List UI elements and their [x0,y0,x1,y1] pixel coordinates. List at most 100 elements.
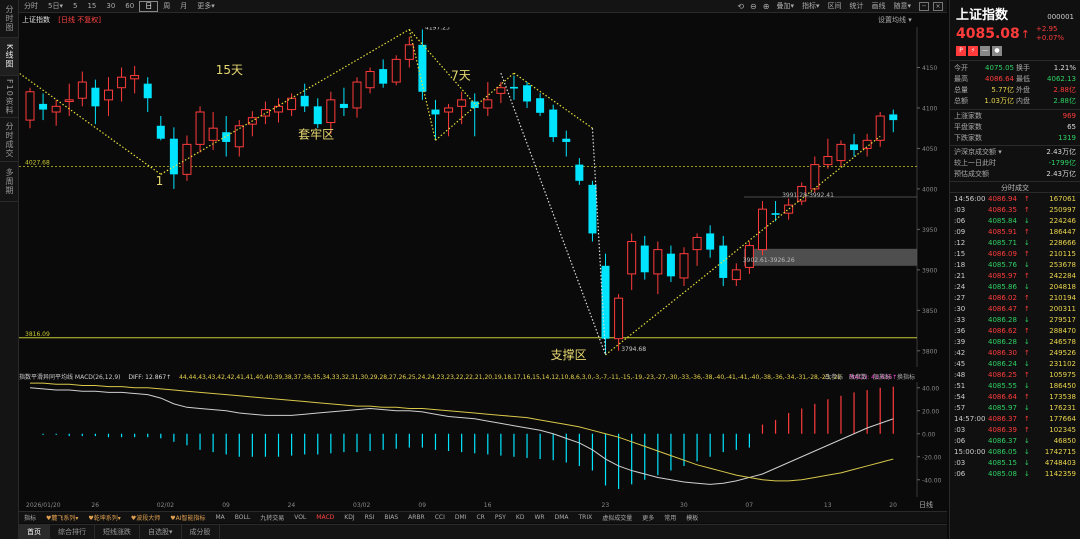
bottom-tab-1[interactable]: 综合排行 [50,524,95,539]
indicator-0[interactable]: 指标 [19,513,41,522]
period-button-8[interactable]: 月 [175,0,192,13]
indicator-15[interactable]: DMI [450,514,472,521]
period-button-2[interactable]: 5 [68,0,82,13]
candle-body [483,99,493,109]
tick-row: :06 4085.08 ↓ 1142359 [954,469,1076,480]
bottom-tab-4[interactable]: 成分股 [182,524,220,539]
chart-tool-1[interactable]: 指标▾ [798,0,824,13]
minimize-icon[interactable]: ─ [919,1,929,11]
chart-tool-2[interactable]: 区间 [823,0,845,13]
tick-time: :18 [954,261,966,269]
candle [562,130,571,157]
indicator-21[interactable]: TRIX [574,514,598,521]
macd-chart[interactable]: 40.00 20.00 0.00 -20.00 -40.00 [19,382,947,497]
indicator-17[interactable]: PSY [490,514,511,521]
indicator-18[interactable]: KD [511,514,530,521]
indicator-1[interactable]: ♥麓飞系列▾ [41,513,83,522]
period-button-6[interactable]: 日 [139,0,159,12]
macd-tool-2[interactable]: 加指标 [873,374,891,381]
period-button-9[interactable]: 更多▾ [192,0,220,13]
indicator-9[interactable]: MACD [311,514,339,521]
bottom-tab-2[interactable]: 短线涨跌 [95,524,140,539]
indicator-14[interactable]: CCI [430,514,450,521]
indicator-16[interactable]: CR [471,514,489,521]
zoom-out-icon[interactable]: ⊖ [747,2,760,11]
indicator-19[interactable]: WR [529,514,549,521]
candle [588,180,597,242]
period-button-7[interactable]: 周 [158,0,175,13]
chart-tool-4[interactable]: 画线 [867,0,889,13]
ma-settings-link[interactable]: 设置均线 ▾ [878,15,912,25]
tick-price: 4086.94 [988,195,1017,203]
ticks-title: 分时成交 [950,181,1080,193]
chart-tool-0[interactable]: 叠加▾ [772,0,798,13]
indicator-23[interactable]: 更多 [637,513,659,522]
left-tab-3[interactable]: 分时成交 [0,118,19,162]
tick-row: :03 4086.39 ↑ 102345 [954,425,1076,436]
candle-body [588,184,597,234]
stat-row: 总量 5.77亿 外盘 2.88亿 [954,85,1076,96]
indicator-4[interactable]: ♥AI智能指标 [165,513,210,522]
bottom-tab-0[interactable]: 首页 [19,524,50,539]
indicator-6[interactable]: BOLL [230,514,255,521]
period-button-3[interactable]: 15 [82,0,101,13]
indicator-22[interactable]: 虚拟成交量 [597,513,637,522]
chart-tool-3[interactable]: 统计 [845,0,867,13]
turnover-info: 沪深京成交额 ▾ 2.43万亿 较上一日此时 -1799亿 预估成交额 2.43万亿 [950,145,1080,181]
stat-value: 1.21% [1053,64,1076,72]
tick-row: :06 4086.37 ↓ 46850 [954,436,1076,447]
period-button-4[interactable]: 30 [101,0,120,13]
left-tab-1[interactable]: K线图 [0,38,19,76]
candle [771,201,780,222]
bottom-tab-3[interactable]: 自选股▾ [140,524,182,539]
range-label-0: 3991.28-3992.41 [782,192,834,199]
macd-tool-0[interactable]: 改参标 [825,374,843,381]
indicator-7[interactable]: 九转交易 [255,513,289,522]
indicator-24[interactable]: 常用 [659,513,681,522]
date-label: 23 [602,502,610,509]
y-tick-label: 3900 [922,267,937,274]
candle-body [523,85,532,102]
indicator-11[interactable]: RSI [360,514,380,521]
period-button-1[interactable]: 5日▾ [43,0,68,13]
tick-time: :48 [954,371,966,379]
candle-body [339,103,348,108]
macd-tool-3[interactable]: 换指标 [897,374,915,381]
candle-body [653,249,663,275]
candle [313,98,322,129]
badge-2[interactable]: — [980,46,990,56]
current-price: 4085.08 [956,26,1020,42]
indicator-13[interactable]: ARBR [403,514,430,521]
close-icon[interactable]: × [933,1,943,11]
indicator-20[interactable]: DMA [550,514,574,521]
indicator-8[interactable]: VOL [289,514,311,521]
refresh-icon[interactable]: ⟲ [734,2,747,11]
period-button-0[interactable]: 分时 [19,0,43,13]
left-tab-0[interactable]: 分时图 [0,0,19,38]
badge-0[interactable]: P [956,46,966,56]
stat-row: 今开 4075.05 换手 1.21% [954,63,1076,74]
chart-tool-5[interactable]: 随意▾ [889,0,915,13]
tick-time: :42 [954,349,966,357]
left-tab-4[interactable]: 多周期 [0,162,19,202]
macd-tool-1[interactable]: 改参数 [849,374,867,381]
badge-3[interactable]: ● [992,46,1002,56]
indicator-12[interactable]: BIAS [379,514,403,521]
tick-arrow: ↑ [1024,250,1030,258]
badge-1[interactable]: ⚡ [968,46,978,56]
tick-row: 14:57:00 4086.37 ↑ 177664 [954,414,1076,425]
candle [51,99,61,126]
indicator-2[interactable]: ♥乾坤系列▾ [83,513,125,522]
stat-value: 4086.64 [985,75,1014,83]
zoom-in-icon[interactable]: ⊕ [760,2,773,11]
indicator-3[interactable]: ♥波段大师 [126,513,165,522]
kline-chart[interactable]: 3800 3850 3900 3950 4000 4050 4100 4150 4027.68 3… [19,27,947,367]
period-button-5[interactable]: 60 [120,0,139,13]
tick-volume: 176231 [1049,404,1076,412]
indicator-10[interactable]: KDJ [339,514,359,521]
indicator-5[interactable]: MA [210,514,229,521]
tick-arrow: ↑ [1024,415,1030,423]
indicator-25[interactable]: 模板 [681,513,703,522]
h-line-label: 3816.09 [25,331,50,338]
left-tab-2[interactable]: F10资料 [0,76,19,118]
